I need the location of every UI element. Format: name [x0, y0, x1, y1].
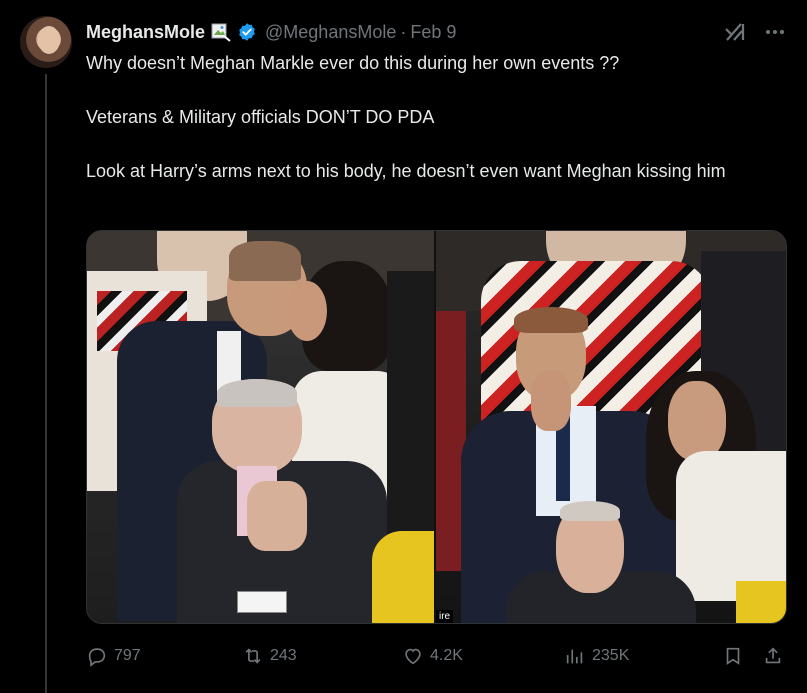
- more-options-icon[interactable]: [763, 20, 787, 44]
- display-name[interactable]: MeghansMole: [86, 22, 205, 43]
- repost-count: 243: [270, 647, 297, 664]
- repost-button[interactable]: 243: [242, 642, 297, 670]
- views-icon: [566, 649, 583, 664]
- post-date[interactable]: Feb 9: [410, 22, 456, 43]
- like-icon: [405, 648, 421, 665]
- share-button[interactable]: [762, 642, 784, 670]
- post-media[interactable]: ire: [86, 230, 787, 624]
- thread-line: [45, 74, 47, 693]
- verified-badge-icon: [239, 23, 255, 41]
- post-text-line-1: Why doesn’t Meghan Markle ever do this d…: [86, 53, 620, 73]
- post-text: Why doesn’t Meghan Markle ever do this d…: [86, 50, 786, 185]
- user-handle[interactable]: @MeghansMole: [265, 22, 396, 43]
- views-button[interactable]: 235K: [564, 642, 629, 670]
- post-text-line-3: Look at Harry’s arms next to his body, h…: [86, 161, 726, 181]
- bookmark-icon: [726, 647, 740, 665]
- photo-caption: ire: [436, 610, 454, 623]
- like-button[interactable]: 4.2K: [402, 642, 463, 670]
- post-header: MeghansMole @MeghansMole · Feb 9: [86, 20, 786, 44]
- repost-icon: [245, 648, 261, 664]
- broken-image-icon: [211, 22, 231, 42]
- separator-dot: ·: [400, 21, 407, 42]
- reply-button[interactable]: 797: [86, 642, 141, 670]
- grok-icon[interactable]: [722, 18, 750, 46]
- like-count: 4.2K: [430, 647, 463, 664]
- avatar-face: [38, 26, 60, 54]
- reply-count: 797: [114, 647, 141, 664]
- post-text-line-2: Veterans & Military officials DON’T DO P…: [86, 107, 435, 127]
- post-actions: 797 243 4.2K 235K: [86, 642, 788, 670]
- avatar[interactable]: [20, 16, 72, 68]
- share-icon: [765, 647, 781, 664]
- bookmark-button[interactable]: [722, 642, 744, 670]
- views-count: 235K: [592, 647, 630, 664]
- photo-right[interactable]: ire: [436, 231, 786, 623]
- reply-icon: [88, 648, 106, 667]
- photo-left[interactable]: [87, 231, 434, 623]
